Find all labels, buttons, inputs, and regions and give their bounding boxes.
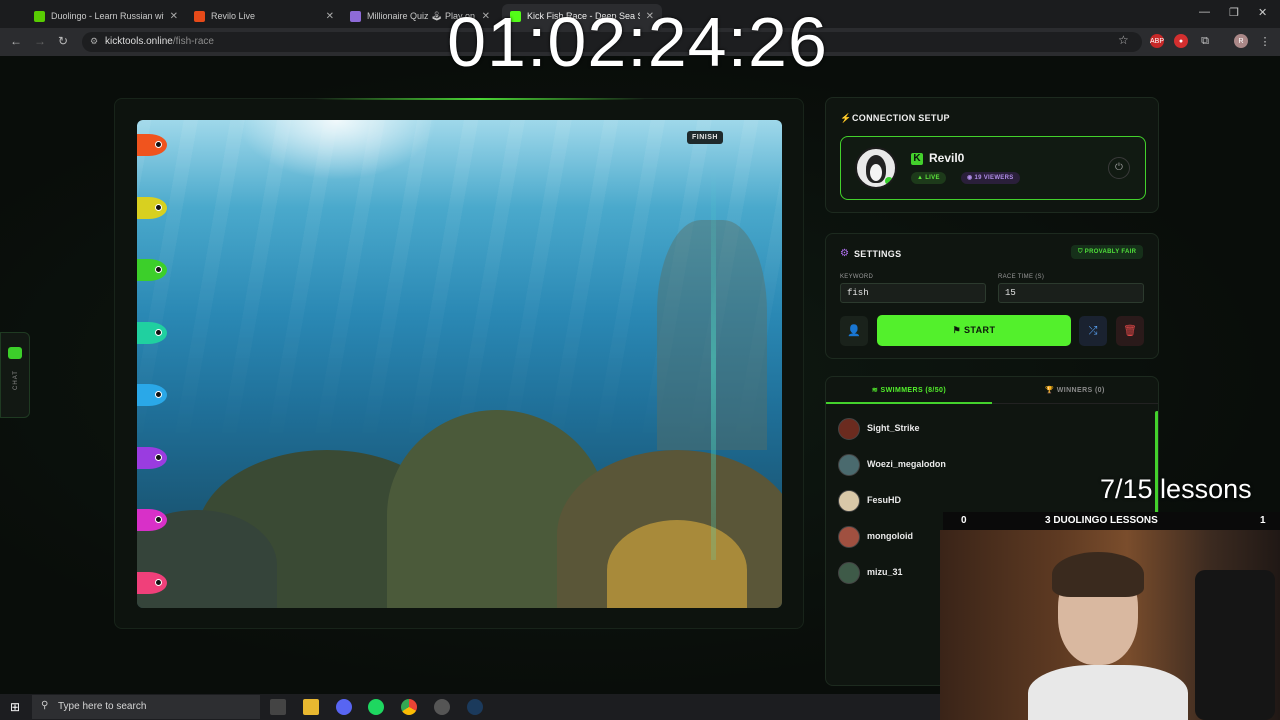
shuffle-button[interactable]: ⤮ [1079,316,1107,346]
avatar [838,562,860,584]
add-user-button[interactable]: 👤 [840,316,868,346]
chat-label: CHAT [12,370,19,390]
chat-icon [8,347,22,359]
chair [1195,570,1275,720]
section-title: SETTINGS [854,249,902,259]
webcam-feed [940,530,1280,720]
chat-toggle[interactable]: CHAT [0,332,30,418]
lessons-progress-text: 7/15 lessons [1100,474,1252,504]
steam-icon[interactable] [467,699,483,715]
race-fish [137,196,167,219]
goal-title: 3 DUOLINGO LESSONS [1045,515,1158,526]
windows-start-icon[interactable]: ⊞ [10,700,20,714]
swimmer-name: mizu_31 [867,567,903,577]
duolingo-goal-bar: 0 3 DUOLINGO LESSONS 1 [943,512,1280,530]
app-icon[interactable] [434,699,450,715]
race-time-input[interactable]: 15 [998,283,1144,303]
tab-swimmers[interactable]: ≋ SWIMMERS (8/50) [826,377,992,404]
list-item[interactable]: Woezi_megalodon [826,447,1146,483]
search-placeholder: Type here to search [58,701,147,712]
settings-card: ⚙ SETTINGS ⛉ PROVABLY FAIR KEYWORD fish … [825,233,1159,359]
finish-label: FINISH [687,131,723,144]
stream-timer: 01:02:24:26 [447,3,828,81]
delete-button[interactable]: 🗑 [1116,316,1144,346]
section-title: CONNECTION SETUP [852,113,950,123]
person-shirt [1028,665,1188,720]
start-button[interactable]: ⚑ START [877,315,1071,346]
panel-glow-line [315,98,645,100]
chrome-icon[interactable] [401,699,417,715]
swimmer-name: Sight_Strike [867,423,920,433]
swimmer-name: Woezi_megalodon [867,459,946,469]
avatar [838,418,860,440]
search-icon: ⚲ [41,700,49,711]
taskbar-search[interactable]: ⚲ Type here to search [32,695,260,719]
tab-winners[interactable]: 🏆 WINNERS (0) [992,377,1158,404]
race-fish [137,446,167,469]
race-panel: FINISH [114,98,804,629]
race-fish [137,321,167,344]
avatar [855,147,897,189]
keyword-input[interactable]: fish [840,283,986,303]
swimmer-name: FesuHD [867,495,902,505]
finish-line [711,170,716,560]
disconnect-button[interactable]: ⏻ [1108,157,1130,179]
race-time-label: RACE TIME (S) [998,274,1045,280]
kick-logo-icon: K [911,153,923,165]
windows-taskbar: ⊞ ⚲ Type here to search [0,694,940,720]
task-view-icon[interactable] [270,699,286,715]
discord-icon[interactable] [336,699,352,715]
swimmer-name: mongoloid [867,531,913,541]
goal-start: 0 [961,515,967,526]
viewers-badge: ◉ 19 VIEWERS [961,172,1020,184]
avatar [838,526,860,548]
streamer-card: K Revil0 ▲ LIVE ◉ 19 VIEWERS ⏻ [840,136,1146,200]
spotify-icon[interactable] [368,699,384,715]
file-explorer-icon[interactable] [303,699,319,715]
list-item[interactable]: Sight_Strike [826,411,1146,447]
avatar [838,490,860,512]
streamer-name: Revil0 [929,151,965,165]
provably-fair-badge: ⛉ PROVABLY FAIR [1071,245,1144,259]
person-hair [1052,552,1144,597]
race-fish [137,571,167,594]
live-badge: ▲ LIVE [911,172,946,184]
keyword-label: KEYWORD [840,274,874,280]
connection-setup-card: ⚡ CONNECTION SETUP K Revil0 ▲ LIVE ◉ 19 … [825,97,1159,213]
goal-end: 1 [1260,515,1266,526]
online-dot [885,177,893,185]
underwater-scene: FINISH [137,120,782,608]
avatar [838,454,860,476]
gear-icon: ⚙ [840,248,849,259]
plug-icon: ⚡ [840,113,852,123]
